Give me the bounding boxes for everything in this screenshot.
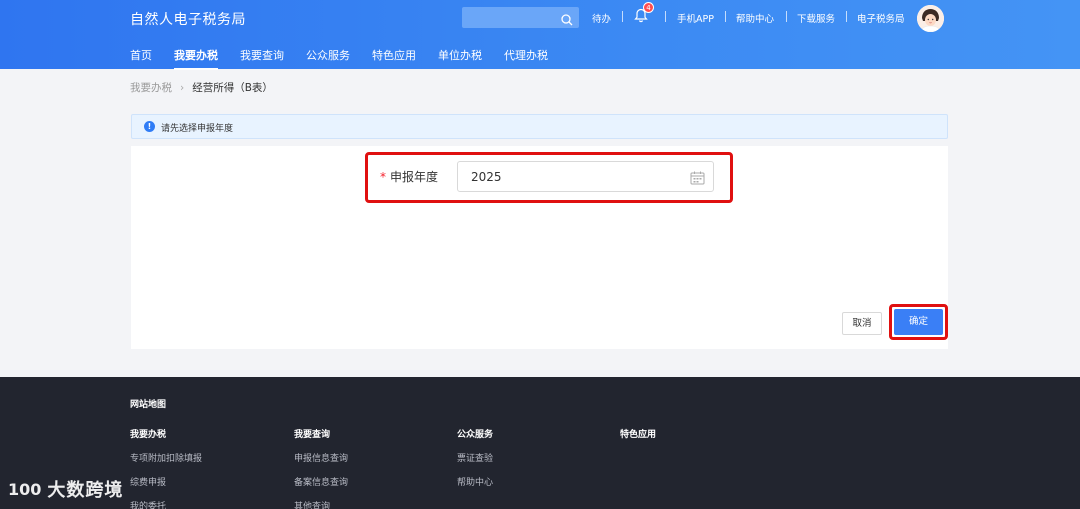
nav-item-query[interactable]: 我要查询 [240, 47, 284, 69]
nav-item-home[interactable]: 首页 [130, 47, 152, 69]
alert-text: 请先选择申报年度 [161, 124, 234, 134]
footer-column-head: 我要办税 [130, 430, 167, 440]
footer-link[interactable]: 综费申报 [130, 475, 202, 499]
footer-link[interactable]: 票证查验 [457, 451, 493, 475]
watermark-logo: 100 [8, 479, 42, 499]
divider [786, 11, 787, 22]
todo-link[interactable]: 待办 [592, 11, 611, 25]
e-tax-bureau-link[interactable]: 电子税务局 [857, 11, 905, 25]
main-nav: 首页 我要办税 我要查询 公众服务 特色应用 单位办税 代理办税 [130, 47, 570, 70]
year-picker[interactable]: 2025 [457, 161, 714, 192]
divider [622, 11, 623, 22]
footer-link[interactable]: 其他查询 [294, 499, 348, 509]
year-picker-value: 2025 [471, 170, 502, 184]
divider [725, 11, 726, 22]
watermark: 100 大数跨境 [8, 476, 123, 502]
divider [846, 11, 847, 22]
breadcrumb: 我要办税 › 经营所得（B表） [130, 80, 273, 95]
footer-column-tax: 我要办税 专项附加扣除填报 综费申报 我的委托 [130, 427, 202, 509]
footer-column-query: 我要查询 申报信息查询 备案信息查询 其他查询 [294, 427, 348, 509]
footer-column-head: 特色应用 [620, 430, 657, 440]
footer-link[interactable]: 备案信息查询 [294, 475, 348, 499]
confirm-button[interactable]: 确定 [894, 309, 943, 335]
footer-column-featured: 特色应用 [620, 427, 656, 451]
footer-column-public: 公众服务 票证查验 帮助中心 [457, 427, 493, 499]
site-footer: 网站地图 我要办税 专项附加扣除填报 综费申报 我的委托 我要查询 申报信息查询… [0, 377, 1080, 509]
required-mark: * [380, 170, 386, 184]
divider [665, 11, 666, 22]
footer-link[interactable]: 我的委托 [130, 499, 202, 509]
watermark-text: 大数跨境 [47, 480, 124, 501]
nav-item-tax-filing[interactable]: 我要办税 [174, 47, 218, 70]
mobile-app-link[interactable]: 手机APP [677, 11, 714, 25]
year-field-label: * 申报年度 [380, 168, 438, 185]
footer-title: 网站地图 [130, 400, 167, 410]
site-brand[interactable]: 自然人电子税务局 [130, 9, 246, 29]
download-link[interactable]: 下载服务 [797, 11, 835, 25]
avatar[interactable] [917, 5, 944, 32]
info-alert: ! 请先选择申报年度 [131, 114, 948, 139]
nav-item-public-service[interactable]: 公众服务 [306, 47, 350, 69]
chevron-right-icon: › [180, 82, 185, 94]
cancel-button[interactable]: 取消 [842, 312, 882, 335]
footer-link[interactable]: 申报信息查询 [294, 451, 348, 475]
search-box[interactable] [462, 7, 579, 30]
year-label-text: 申报年度 [390, 170, 439, 184]
help-center-link[interactable]: 帮助中心 [736, 11, 774, 25]
info-icon: ! [144, 121, 155, 132]
notification-badge: 4 [643, 2, 654, 13]
nav-item-featured-apps[interactable]: 特色应用 [372, 47, 416, 69]
nav-item-company-tax[interactable]: 单位办税 [438, 47, 482, 69]
search-icon[interactable] [561, 11, 573, 30]
nav-item-agent-tax[interactable]: 代理办税 [504, 47, 548, 69]
breadcrumb-parent[interactable]: 我要办税 [130, 82, 172, 94]
footer-column-head: 我要查询 [294, 430, 331, 440]
footer-link[interactable]: 帮助中心 [457, 475, 493, 499]
top-header: 自然人电子税务局 待办 4 手机APP 帮助中心 下载服务 电子税务局 首页 我… [0, 0, 1080, 70]
footer-column-head: 公众服务 [457, 430, 494, 440]
breadcrumb-current: 经营所得（B表） [192, 82, 273, 94]
search-input[interactable] [462, 9, 557, 30]
calendar-icon[interactable] [690, 170, 705, 189]
footer-link[interactable]: 专项附加扣除填报 [130, 451, 202, 475]
